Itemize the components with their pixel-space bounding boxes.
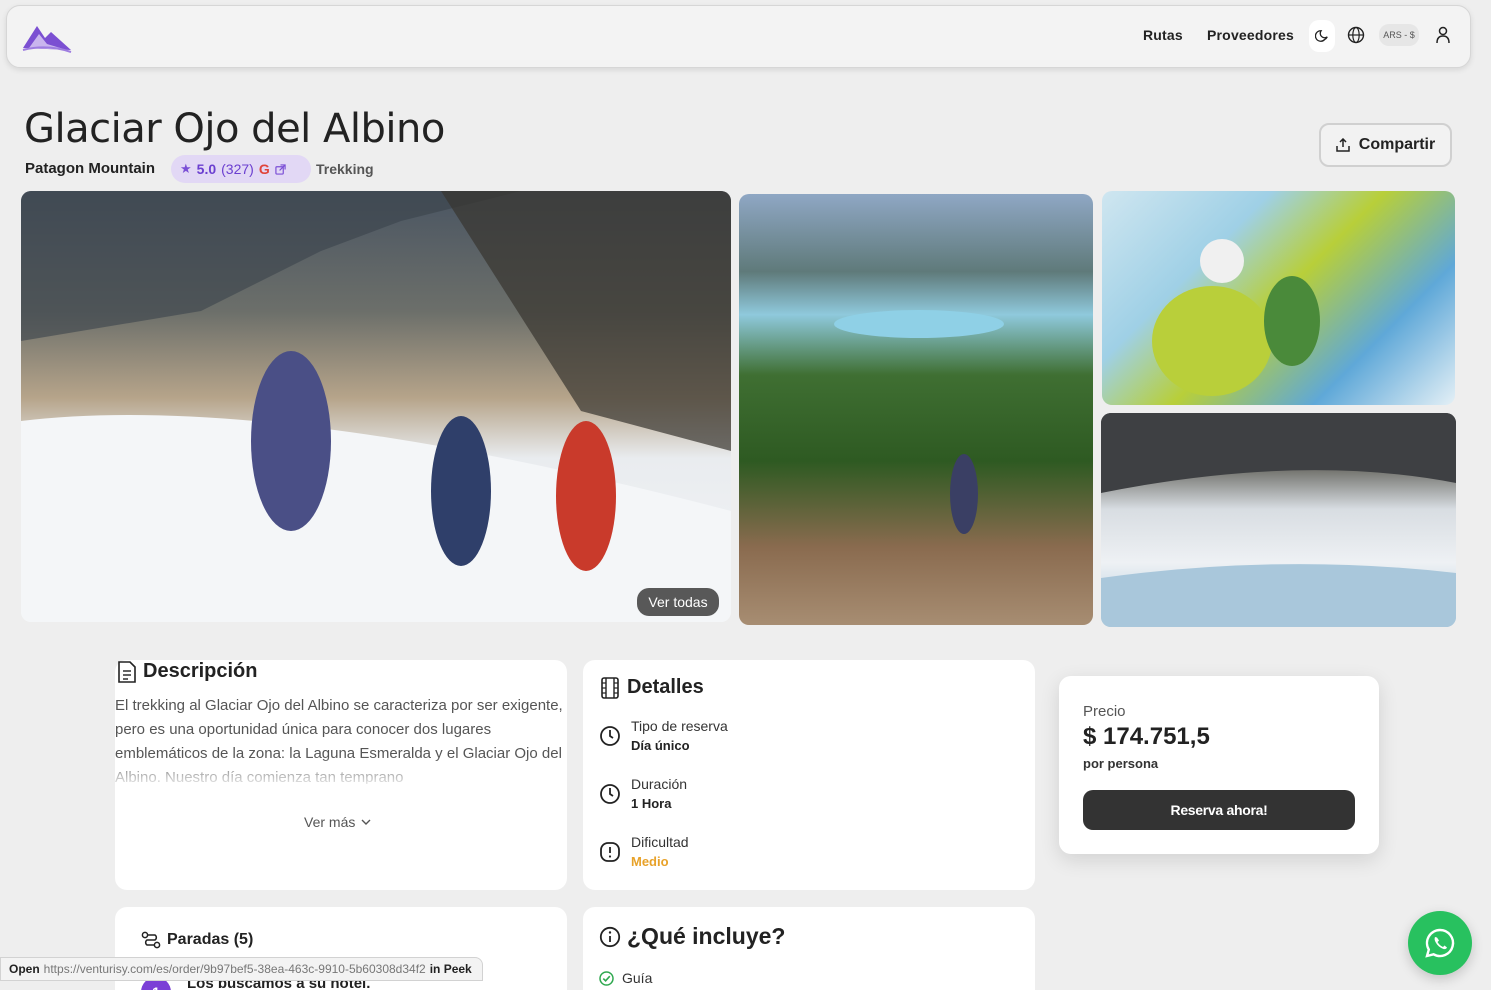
details-card: Detalles Tipo de reserva Día único Durac…: [583, 660, 1035, 890]
glacier-field-image: [1101, 413, 1456, 627]
includes-heading-label: ¿Qué incluye?: [627, 923, 786, 949]
includes-heading: ¿Qué incluye?: [599, 923, 785, 950]
stops-heading: Paradas (5): [141, 931, 253, 949]
star-icon: ★: [180, 161, 192, 176]
glacier-photo[interactable]: [1101, 413, 1456, 627]
lagoon-valley-image: [834, 310, 1004, 534]
description-card: Descripción El trekking al Glaciar Ojo d…: [115, 660, 567, 890]
book-now-button[interactable]: Reserva ahora!: [1083, 790, 1355, 830]
description-fade: [115, 756, 565, 786]
share-label: Compartir: [1358, 136, 1436, 153]
main-photo[interactable]: [21, 191, 731, 622]
valley-photo[interactable]: [739, 194, 1093, 625]
detail-value: Día único: [631, 738, 690, 753]
detail-label: Dificultad: [631, 834, 689, 850]
user-account-button[interactable]: [1435, 26, 1451, 44]
language-button[interactable]: [1347, 26, 1365, 44]
whatsapp-chat-button[interactable]: [1408, 911, 1472, 975]
rating-count: (327): [221, 161, 254, 177]
include-item-label: Guía: [622, 970, 653, 986]
info-icon: [599, 926, 621, 947]
detail-difficulty: Dificultad Medio: [599, 834, 689, 869]
route-icon: [141, 931, 161, 949]
hikers-on-snow-image: [21, 191, 731, 622]
price-card: Precio $ 174.751,5 por persona Reserva a…: [1059, 676, 1379, 854]
description-heading-label: Descripción: [143, 660, 258, 682]
document-icon: [118, 660, 136, 683]
view-all-photos-button[interactable]: Ver todas: [637, 588, 719, 616]
detail-booking-type: Tipo de reserva Día único: [599, 718, 728, 753]
google-icon: G: [258, 161, 270, 177]
chevron-down-icon: [361, 819, 371, 825]
price-value: $ 174.751,5: [1083, 723, 1210, 750]
detail-duration: Duración 1 Hora: [599, 776, 687, 811]
whatsapp-icon: [1425, 928, 1455, 958]
clock-icon: [600, 725, 620, 746]
detail-label: Duración: [631, 776, 688, 792]
status-suffix: in Peek: [429, 962, 472, 976]
clock-icon: [600, 783, 620, 804]
provider-name[interactable]: Patagon Mountain: [25, 160, 155, 177]
currency-selector[interactable]: ARS - $: [1379, 24, 1419, 46]
share-upload-icon: [1336, 138, 1350, 152]
ice-cave-photo[interactable]: [1102, 191, 1455, 405]
status-url: https://venturisy.com/es/order/9b97bef5-…: [43, 962, 426, 976]
check-circle-icon: [599, 970, 614, 986]
include-item: Guía: [599, 970, 652, 986]
detail-label: Tipo de reserva: [631, 718, 728, 734]
status-prefix: Open: [9, 962, 40, 976]
see-more-button[interactable]: Ver más: [304, 814, 371, 830]
category-label: Trekking: [316, 161, 374, 177]
nav-link-proveedores[interactable]: Proveedores: [1207, 27, 1294, 43]
price-unit: por persona: [1083, 756, 1159, 771]
stops-heading-label: Paradas (5): [167, 931, 254, 948]
external-link-icon: [275, 163, 286, 175]
difficulty-value: Medio: [631, 854, 669, 869]
alert-icon: [600, 841, 620, 862]
details-heading: Detalles: [599, 676, 704, 699]
price-label: Precio: [1083, 703, 1126, 720]
nav-link-rutas[interactable]: Rutas: [1143, 27, 1183, 43]
selfie-ice-cave-image: [1152, 239, 1320, 396]
moon-icon: [1315, 30, 1328, 42]
mountain-logo-icon: [22, 26, 72, 53]
globe-icon: [1347, 26, 1365, 44]
detail-value: 1 Hora: [631, 796, 672, 811]
user-icon: [1436, 26, 1450, 44]
site-logo[interactable]: [21, 20, 73, 54]
film-strip-icon: [601, 676, 619, 699]
rating-value: 5.0: [196, 161, 217, 177]
see-more-label: Ver más: [304, 814, 356, 830]
share-button[interactable]: Compartir: [1319, 123, 1452, 167]
top-navbar: Rutas Proveedores ARS - $: [6, 5, 1471, 68]
details-heading-label: Detalles: [627, 676, 704, 698]
browser-status-bar: Open https://venturisy.com/es/order/9b97…: [0, 957, 483, 981]
rating-badge[interactable]: ★ 5.0 (327) G: [171, 155, 311, 183]
theme-toggle-button[interactable]: [1309, 20, 1335, 52]
includes-card: ¿Qué incluye? Guía: [583, 907, 1035, 990]
page-title: Glaciar Ojo del Albino: [24, 106, 445, 152]
description-heading: Descripción: [117, 660, 257, 683]
